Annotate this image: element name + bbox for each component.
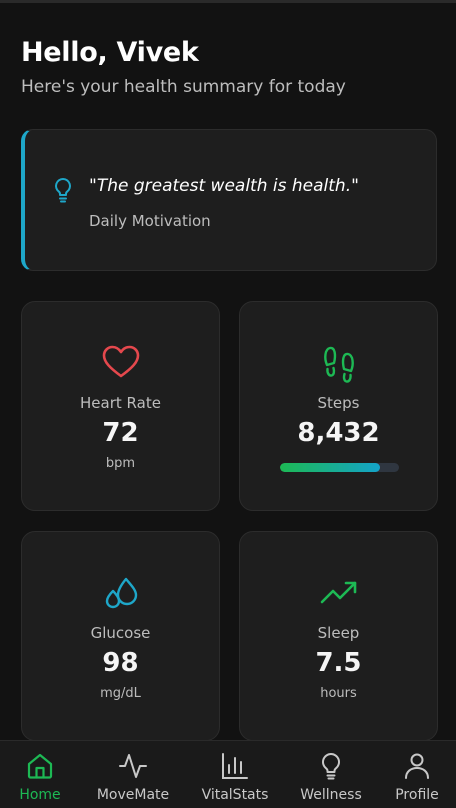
nav-item-home[interactable]: Home xyxy=(0,741,80,808)
lightbulb-icon xyxy=(322,753,340,780)
motivation-caption: Daily Motivation xyxy=(89,212,211,230)
steps-value: 8,432 xyxy=(297,418,380,448)
nav-label-home: Home xyxy=(19,787,61,803)
bar-chart-icon xyxy=(222,753,248,779)
sleep-value: 7.5 xyxy=(315,648,362,678)
home-screen: Hello, Vivek Here's your health summary … xyxy=(0,0,456,808)
nav-label-vitalstats: VitalStats xyxy=(201,787,269,803)
nav-item-profile[interactable]: Profile xyxy=(378,741,456,808)
sleep-label: Sleep xyxy=(317,624,360,642)
nav-item-wellness[interactable]: Wellness xyxy=(291,741,371,808)
user-icon xyxy=(405,753,429,779)
lightbulb-icon xyxy=(55,178,71,203)
heart-rate-card[interactable]: Heart Rate 72 bpm xyxy=(21,301,220,511)
greeting-title: Hello, Vivek xyxy=(21,37,199,68)
bottom-navigation: Home MoveMate VitalStats Wellness Profil… xyxy=(0,740,456,808)
heart-icon xyxy=(102,345,139,378)
motivation-quote: "The greatest wealth is health." xyxy=(89,176,359,196)
nav-item-vitalstats[interactable]: VitalStats xyxy=(195,741,275,808)
footprints-icon xyxy=(323,346,354,383)
greeting-subtitle: Here's your health summary for today xyxy=(21,77,346,97)
steps-card[interactable]: Steps 8,432 xyxy=(239,301,438,511)
nav-label-movemate: MoveMate xyxy=(96,787,170,803)
nav-item-movemate[interactable]: MoveMate xyxy=(93,741,173,808)
trending-up-icon xyxy=(320,581,356,604)
droplets-icon xyxy=(105,577,137,609)
nav-label-wellness: Wellness xyxy=(300,787,362,803)
home-icon xyxy=(27,753,53,779)
glucose-unit: mg/dL xyxy=(100,686,141,701)
glucose-card[interactable]: Glucose 98 mg/dL xyxy=(21,531,220,741)
glucose-value: 98 xyxy=(102,648,139,678)
glucose-label: Glucose xyxy=(90,624,151,642)
heart-rate-value: 72 xyxy=(102,418,139,448)
top-divider xyxy=(0,0,456,3)
nav-label-profile: Profile xyxy=(395,787,439,803)
steps-progress-bar xyxy=(280,463,399,472)
activity-icon xyxy=(119,754,147,778)
daily-motivation-card: "The greatest wealth is health." Daily M… xyxy=(21,129,437,271)
sleep-unit: hours xyxy=(320,686,357,701)
heart-rate-unit: bpm xyxy=(105,456,136,471)
steps-progress-fill xyxy=(280,463,380,472)
heart-rate-label: Heart Rate xyxy=(80,394,161,412)
steps-label: Steps xyxy=(317,394,360,412)
sleep-card[interactable]: Sleep 7.5 hours xyxy=(239,531,438,741)
